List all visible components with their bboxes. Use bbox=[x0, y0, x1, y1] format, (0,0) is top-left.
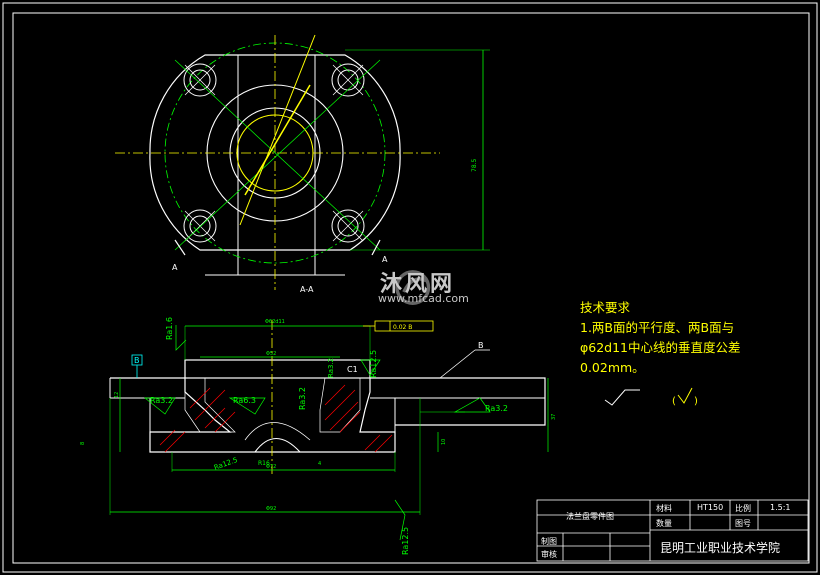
tolerance-text: 0.02 B bbox=[393, 324, 412, 331]
dim-37: 37 bbox=[551, 414, 557, 420]
cut-label-right: A bbox=[382, 255, 388, 264]
checked-label: 审核 bbox=[541, 550, 557, 559]
ra-right: Ra3.2 bbox=[485, 404, 508, 413]
tech-requirements-line2: φ62d11中心线的垂直度公差 bbox=[580, 340, 741, 355]
dia-bore: Φ52 bbox=[266, 351, 276, 357]
drawing-no-label: 图号 bbox=[735, 519, 751, 528]
svg-text:): ) bbox=[694, 396, 698, 407]
tech-requirements-line3: 0.02mm。 bbox=[580, 360, 645, 375]
ra-mid: Ra6.3 bbox=[233, 396, 256, 405]
quantity-label: 数量 bbox=[656, 519, 672, 528]
dia-top: Φ62d11 bbox=[265, 319, 285, 325]
dim-12: 12 bbox=[114, 392, 120, 398]
dim-10: 10 bbox=[441, 439, 447, 445]
section-label: A-A bbox=[300, 285, 314, 294]
datum-b-label: B bbox=[478, 341, 484, 350]
hatch-regions bbox=[159, 377, 393, 453]
ra-step: Ra3.2 bbox=[327, 358, 335, 378]
scale-value: 1.5:1 bbox=[770, 503, 791, 512]
dim-8: 8 bbox=[80, 442, 86, 445]
radius-r16: R16 bbox=[258, 460, 270, 467]
ra-bottom-left: Ra12.5 bbox=[213, 456, 239, 472]
tech-requirements-line1: 1.两B面的平行度、两B面与 bbox=[580, 320, 735, 335]
material-value: HT150 bbox=[697, 503, 724, 512]
ra-top: Ra1.6 bbox=[165, 317, 174, 340]
drawn-label: 制图 bbox=[541, 537, 557, 546]
ra-top2: Ra12.5 bbox=[369, 350, 378, 378]
scale-label: 比例 bbox=[735, 504, 751, 513]
section-view bbox=[109, 320, 549, 541]
watermark-url: www.mfcad.com bbox=[378, 292, 469, 305]
part-name: 法兰盘零件图 bbox=[566, 512, 614, 521]
roughness-check-symbol bbox=[677, 387, 693, 404]
roughness-symbol bbox=[604, 389, 640, 406]
tech-requirements-title: 技术要求 bbox=[580, 300, 631, 315]
dim-4: 4 bbox=[318, 461, 321, 467]
dia-92: Φ92 bbox=[266, 506, 276, 512]
datum-b-flag-label: B bbox=[134, 356, 140, 365]
chamfer-label: C1 bbox=[347, 365, 358, 374]
material-label: 材料 bbox=[656, 504, 672, 513]
ra-left: Ra3.2 bbox=[150, 396, 173, 405]
svg-text:(: ( bbox=[672, 396, 676, 407]
top-view bbox=[115, 34, 490, 290]
ra-bottom: Ra12.5 bbox=[401, 527, 410, 555]
tech-requirements: 技术要求 1.两B面的平行度、两B面与 φ62d11中心线的垂直度公差 0.02… bbox=[580, 298, 741, 378]
school-name: 昆明工业职业技术学院 bbox=[660, 541, 781, 555]
ra-bore: Ra3.2 bbox=[298, 387, 307, 410]
cut-label-left: A bbox=[172, 263, 178, 272]
dim-height: 78.5 bbox=[471, 158, 478, 172]
